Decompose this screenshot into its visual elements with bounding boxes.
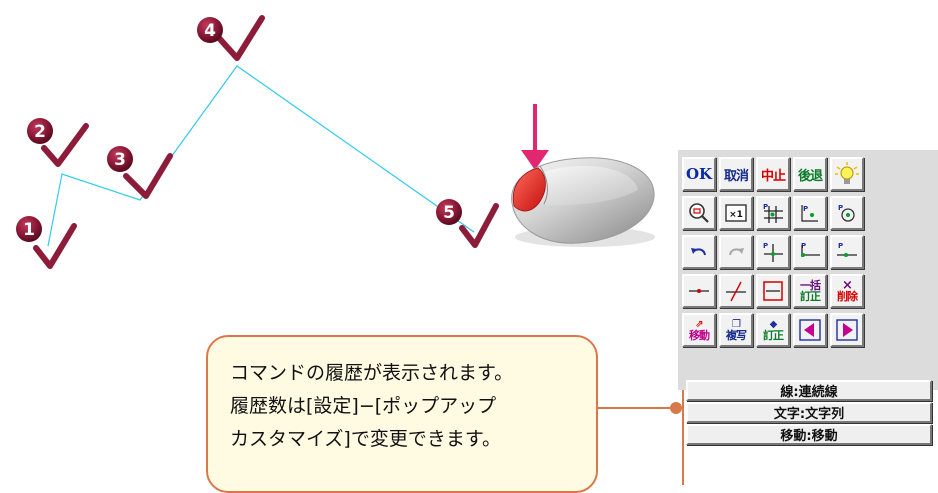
svg-text:P: P	[838, 242, 843, 250]
copy-label: 複写	[726, 329, 747, 342]
correct-text: ◆ 訂正	[763, 319, 784, 342]
bulk-correct-button[interactable]: 一括 訂正	[793, 274, 827, 308]
checkmark-icon	[459, 203, 499, 248]
fit-view-button[interactable]: ×1	[719, 196, 753, 230]
svg-text:P: P	[763, 203, 768, 211]
delete-text: × 削除	[837, 279, 858, 303]
history-item[interactable]: 移動:移動	[686, 424, 932, 445]
point-cross-icon: P	[763, 242, 783, 262]
callout-line-3: カスタマイズ]で変更できます。	[230, 428, 501, 450]
step-number-2: 2	[34, 122, 46, 142]
copy-button[interactable]: ❐ 複写	[719, 313, 753, 347]
stop-button[interactable]: 中止	[756, 157, 790, 191]
circle-center-icon: P	[838, 204, 855, 222]
svg-text:×1: ×1	[729, 210, 743, 220]
step-number-4: 4	[204, 21, 216, 41]
fit-view-icon: ×1	[725, 204, 747, 222]
svg-text:P: P	[803, 205, 808, 213]
move-button[interactable]: ⇗ 移動	[682, 313, 716, 347]
arrow-right-icon	[836, 319, 858, 341]
back-label: 後退	[797, 168, 823, 184]
move-text: ⇗ 移動	[689, 319, 710, 342]
step-marker-2: 2	[27, 118, 89, 167]
slash-icon	[726, 281, 746, 302]
arrow-down-icon	[521, 104, 549, 170]
redo-button[interactable]	[719, 235, 753, 269]
callout-box: コマンドの履歴が表示されます。 履歴数は[設定]−[ポップアップ カスタマイズ]…	[206, 335, 598, 493]
point-end-icon: P	[801, 242, 820, 257]
cancel-button[interactable]: 取消	[719, 157, 753, 191]
prev-page-button[interactable]	[793, 313, 827, 347]
back-button[interactable]: 後退	[793, 157, 827, 191]
history-item[interactable]: 線:連続線	[686, 380, 932, 401]
command-palette: OK 取消 中止 後退 ×1 P P P P P P 一括 訂正 × 削除 ⇗ …	[678, 150, 938, 390]
mouse-illustration	[511, 157, 655, 247]
circle-center-button[interactable]: P	[830, 196, 864, 230]
step-number-1: 1	[23, 220, 35, 240]
line-point-button[interactable]	[682, 274, 716, 308]
hint-button[interactable]	[830, 157, 864, 191]
point-snap-button[interactable]: P	[793, 196, 827, 230]
step-marker-5: 5	[436, 199, 499, 248]
correct-label-a: 訂正	[800, 290, 821, 303]
checkmark-icon	[33, 223, 77, 269]
callout-line-1: コマンドの履歴が表示されます。	[230, 362, 514, 384]
ok-label: OK	[685, 165, 713, 183]
undo-button[interactable]	[682, 235, 716, 269]
correct-label: 訂正	[763, 329, 784, 342]
svg-text:P: P	[838, 204, 843, 212]
point-end-button[interactable]: P	[793, 235, 827, 269]
callout-line-2: 履歴数は[設定]−[ポップアップ	[230, 395, 497, 417]
step-number-3: 3	[114, 150, 126, 170]
copy-text: ❐ 複写	[726, 319, 747, 342]
ok-button[interactable]: OK	[682, 157, 716, 191]
callout-connector	[598, 380, 684, 485]
correct-button[interactable]: ◆ 訂正	[756, 313, 790, 347]
redo-icon	[729, 248, 744, 256]
step-marker-3: 3	[107, 146, 173, 199]
stop-label: 中止	[760, 168, 786, 184]
point-cross-button[interactable]: P	[756, 235, 790, 269]
line-point-icon	[689, 289, 709, 293]
next-page-button[interactable]	[830, 313, 864, 347]
zoom-icon	[689, 203, 709, 223]
svg-text:P: P	[763, 242, 768, 250]
frame-icon	[763, 281, 783, 301]
slash-line-button[interactable]	[719, 274, 753, 308]
history-item[interactable]: 文字:文字列	[686, 402, 932, 423]
delete-button[interactable]: × 削除	[830, 274, 864, 308]
frame-button[interactable]	[756, 274, 790, 308]
point-mid-button[interactable]: P	[830, 235, 864, 269]
step-marker-4: 4	[197, 15, 265, 61]
point-snap-icon: P	[801, 205, 818, 222]
point-mid-icon: P	[837, 242, 857, 257]
light-bulb-icon	[835, 162, 859, 184]
delete-label: 削除	[837, 290, 858, 303]
undo-icon	[691, 248, 706, 256]
cancel-label: 取消	[723, 168, 749, 184]
grid-snap-button[interactable]: P	[756, 196, 790, 230]
step-marker-1: 1	[16, 216, 77, 269]
grid-snap-icon: P	[763, 203, 783, 223]
step-number-5: 5	[443, 203, 455, 223]
command-history-list: 線:連続線 文字:文字列 移動:移動	[686, 380, 936, 485]
move-label: 移動	[689, 329, 710, 342]
zoom-button[interactable]	[682, 196, 716, 230]
bulk-correct-text: 一括 訂正	[800, 280, 821, 303]
checkmark-icon	[216, 15, 265, 61]
arrow-left-icon	[799, 319, 821, 341]
